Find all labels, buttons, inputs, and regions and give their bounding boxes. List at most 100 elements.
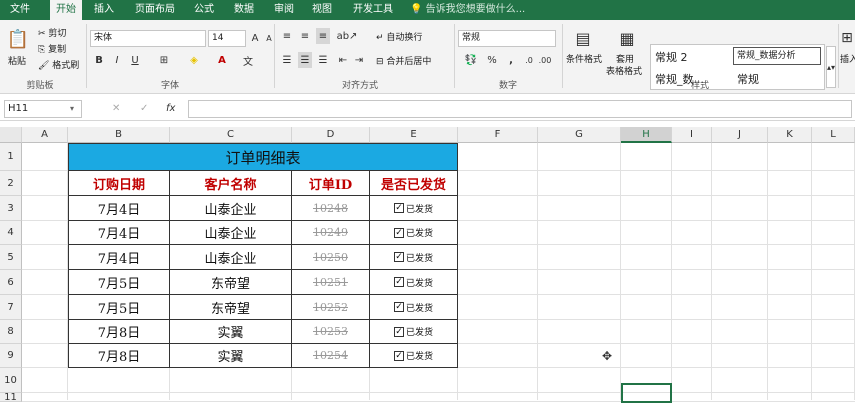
- table-header-3[interactable]: 是否已发货: [370, 171, 458, 196]
- checkbox-checked-icon[interactable]: ✓: [393, 203, 404, 213]
- number-format-select[interactable]: 常规: [458, 30, 556, 47]
- customer-cell[interactable]: 山泰企业: [170, 245, 292, 270]
- format-painter-button[interactable]: 🖌 格式刷: [38, 58, 79, 71]
- shipped-cell[interactable]: ✓ 已发货: [370, 270, 458, 295]
- tab-review[interactable]: 审阅: [268, 0, 300, 20]
- row-header-6[interactable]: 6: [0, 270, 22, 295]
- row-header-3[interactable]: 3: [0, 196, 22, 221]
- tab-formulas[interactable]: 公式: [188, 0, 220, 20]
- shipped-cell[interactable]: ✓ 已发货: [370, 245, 458, 270]
- date-cell[interactable]: 7月5日: [68, 270, 170, 295]
- column-header-h[interactable]: H: [621, 127, 672, 143]
- increase-indent-icon[interactable]: ⇥: [352, 52, 366, 68]
- select-all-corner[interactable]: [0, 127, 22, 143]
- cancel-icon[interactable]: ✕: [112, 100, 120, 118]
- align-bottom-icon[interactable]: ≡: [316, 28, 330, 44]
- copy-button[interactable]: ⎘ 复制: [38, 42, 66, 55]
- insert-function-icon[interactable]: fx: [166, 100, 175, 118]
- checkbox-checked-icon[interactable]: ✓: [393, 252, 404, 262]
- table-title[interactable]: 订单明细表: [68, 143, 458, 171]
- customer-cell[interactable]: 山泰企业: [170, 196, 292, 221]
- shipped-cell[interactable]: ✓ 已发货: [370, 196, 458, 221]
- date-cell[interactable]: 7月8日: [68, 344, 170, 368]
- fill-color-icon[interactable]: ◈: [186, 52, 202, 68]
- bold-button[interactable]: B: [92, 52, 106, 68]
- enter-icon[interactable]: ✓: [140, 100, 148, 118]
- date-cell[interactable]: 7月4日: [68, 221, 170, 245]
- checkbox-checked-icon[interactable]: ✓: [393, 227, 404, 238]
- customer-cell[interactable]: 实翼: [170, 320, 292, 344]
- column-header-i[interactable]: I: [672, 127, 712, 143]
- date-cell[interactable]: 7月4日: [68, 196, 170, 221]
- paste-icon[interactable]: 📋: [6, 26, 30, 52]
- format-as-table-icon[interactable]: ▦: [614, 26, 640, 50]
- shipped-cell[interactable]: ✓ 已发货: [370, 295, 458, 320]
- orientation-icon[interactable]: ab↗: [337, 28, 358, 44]
- font-size-select[interactable]: 14: [208, 30, 246, 47]
- column-header-g[interactable]: G: [538, 127, 621, 143]
- customer-cell[interactable]: 山泰企业: [170, 221, 292, 245]
- font-color-icon[interactable]: A: [214, 52, 230, 68]
- selected-cell-h11[interactable]: [621, 383, 672, 403]
- align-top-icon[interactable]: ≡: [280, 28, 294, 44]
- tell-me-box[interactable]: 💡 告诉我您想要做什么...: [410, 0, 525, 20]
- underline-button[interactable]: U: [128, 52, 142, 68]
- phonetic-icon[interactable]: 文: [240, 52, 256, 68]
- row-header-10[interactable]: 10: [0, 368, 22, 393]
- table-header-1[interactable]: 客户名称: [170, 171, 292, 196]
- shipped-cell[interactable]: ✓ 已发货: [370, 221, 458, 245]
- shipped-cell[interactable]: ✓ 已发货: [370, 320, 458, 344]
- row-header-4[interactable]: 4: [0, 221, 22, 245]
- order-id-cell[interactable]: 10253: [292, 320, 370, 344]
- comma-button[interactable]: ,: [504, 52, 518, 68]
- paste-button[interactable]: 粘贴: [8, 54, 26, 67]
- column-header-e[interactable]: E: [370, 127, 458, 143]
- tab-home[interactable]: 开始: [50, 0, 82, 20]
- font-name-select[interactable]: 宋体: [90, 30, 206, 47]
- checkbox-checked-icon[interactable]: ✓: [393, 350, 404, 361]
- column-header-k[interactable]: K: [768, 127, 812, 143]
- column-header-a[interactable]: A: [22, 127, 68, 143]
- tab-data[interactable]: 数据: [228, 0, 260, 20]
- align-left-icon[interactable]: ☰: [280, 52, 294, 68]
- style-data-analysis[interactable]: 常规_数据分析: [733, 47, 821, 65]
- table-header-2[interactable]: 订单ID: [292, 171, 370, 196]
- tab-insert[interactable]: 插入: [88, 0, 120, 20]
- cut-button[interactable]: ✂ 剪切: [38, 26, 66, 39]
- date-cell[interactable]: 7月5日: [68, 295, 170, 320]
- order-id-cell[interactable]: 10254: [292, 344, 370, 368]
- tab-view[interactable]: 视图: [306, 0, 338, 20]
- percent-button[interactable]: %: [484, 52, 500, 68]
- row-header-9[interactable]: 9: [0, 344, 22, 368]
- row-header-11[interactable]: 11: [0, 393, 22, 403]
- name-box-dropdown-icon[interactable]: ▾: [70, 100, 74, 118]
- format-as-table-line2[interactable]: 表格格式: [606, 64, 642, 77]
- row-header-1[interactable]: 1: [0, 143, 22, 171]
- order-id-cell[interactable]: 10250: [292, 245, 370, 270]
- merge-center-button[interactable]: ⊟ 合并后居中: [376, 54, 431, 67]
- column-header-b[interactable]: B: [68, 127, 170, 143]
- italic-button[interactable]: I: [110, 52, 124, 68]
- table-header-0[interactable]: 订购日期: [68, 171, 170, 196]
- order-id-cell[interactable]: 10252: [292, 295, 370, 320]
- tab-file[interactable]: 文件: [4, 0, 36, 20]
- conditional-format-icon[interactable]: ▤: [570, 26, 596, 50]
- column-header-c[interactable]: C: [170, 127, 292, 143]
- insert-cells-icon[interactable]: ⊞: [840, 26, 854, 50]
- shipped-cell[interactable]: ✓ 已发货: [370, 344, 458, 368]
- customer-cell[interactable]: 实翼: [170, 344, 292, 368]
- column-header-j[interactable]: J: [712, 127, 768, 143]
- date-cell[interactable]: 7月8日: [68, 320, 170, 344]
- date-cell[interactable]: 7月4日: [68, 245, 170, 270]
- order-id-cell[interactable]: 10248: [292, 196, 370, 221]
- tab-developer[interactable]: 开发工具: [348, 0, 398, 20]
- order-id-cell[interactable]: 10251: [292, 270, 370, 295]
- row-header-8[interactable]: 8: [0, 320, 22, 344]
- row-header-5[interactable]: 5: [0, 245, 22, 270]
- column-header-l[interactable]: L: [812, 127, 855, 143]
- style-normal-2[interactable]: 常规 2: [655, 49, 688, 65]
- align-center-icon[interactable]: ☰: [298, 52, 312, 68]
- align-middle-icon[interactable]: ≡: [298, 28, 312, 44]
- increase-decimal-icon[interactable]: .0: [522, 52, 536, 68]
- tab-page-layout[interactable]: 页面布局: [130, 0, 180, 20]
